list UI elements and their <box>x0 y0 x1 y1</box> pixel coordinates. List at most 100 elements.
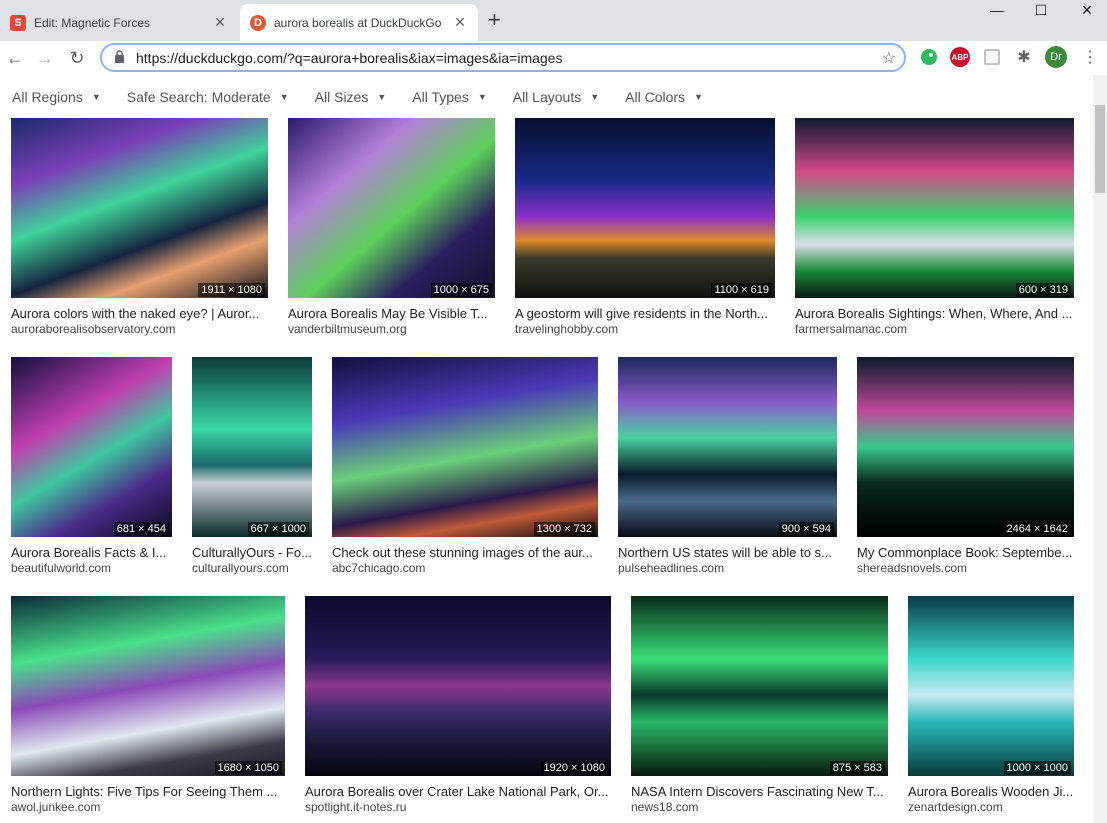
image-result[interactable]: 875 × 583 NASA Intern Discovers Fascinat… <box>631 596 888 818</box>
result-source[interactable]: culturallyours.com <box>192 561 312 575</box>
result-caption[interactable]: Aurora Borealis May Be Visible T... <box>288 306 495 321</box>
result-thumbnail[interactable] <box>857 357 1074 537</box>
result-source[interactable]: beautifulworld.com <box>11 561 172 575</box>
result-caption[interactable]: Aurora colors with the naked eye? | Auro… <box>11 306 268 321</box>
puzzle-extensions-icon[interactable]: ✱ <box>1014 47 1034 67</box>
result-thumbnail[interactable] <box>11 596 285 776</box>
caret-down-icon: ▼ <box>279 92 289 102</box>
result-source[interactable]: farmersalmanac.com <box>795 322 1074 336</box>
result-caption[interactable]: Check out these stunning images of the a… <box>332 545 598 560</box>
close-icon[interactable]: ✕ <box>212 14 228 31</box>
image-result[interactable]: 667 × 1000 CulturallyOurs - Fo... cultur… <box>192 357 312 579</box>
result-thumbnail[interactable] <box>11 118 268 298</box>
result-thumbnail[interactable] <box>618 357 837 537</box>
result-source[interactable]: travelinghobby.com <box>515 322 775 336</box>
result-source[interactable]: abc7chicago.com <box>332 561 598 575</box>
result-source[interactable]: vanderbiltmuseum.org <box>288 322 495 336</box>
image-dimensions: 1100 × 619 <box>711 283 772 297</box>
result-caption[interactable]: Northern Lights: Five Tips For Seeing Th… <box>11 784 285 799</box>
minimize-icon[interactable]: — <box>974 2 1020 22</box>
filter-regions[interactable]: All Regions ▼ <box>12 82 101 112</box>
page-scrollbar[interactable] <box>1093 75 1107 823</box>
result-caption[interactable]: A geostorm will give residents in the No… <box>515 306 775 321</box>
image-result[interactable]: 900 × 594 Northern US states will be abl… <box>618 357 837 579</box>
new-tab-plus-icon[interactable]: + <box>488 9 501 31</box>
extension-square-icon[interactable] <box>982 47 1002 67</box>
result-source[interactable]: shereadsnovels.com <box>857 561 1074 575</box>
address-bar[interactable]: https://duckduckgo.com/?q=aurora+boreali… <box>100 43 906 72</box>
tab-duckduckgo[interactable]: D aurora borealis at DuckDuckGo ✕ <box>240 4 478 41</box>
image-dimensions: 1000 × 675 <box>430 283 492 297</box>
scrollbar-thumb[interactable] <box>1095 105 1105 193</box>
result-caption[interactable]: Northern US states will be able to s... <box>618 545 837 560</box>
image-result[interactable]: 1100 × 619 A geostorm will give resident… <box>515 118 775 340</box>
filter-layouts[interactable]: All Layouts ▼ <box>513 82 599 112</box>
image-dimensions: 667 × 1000 <box>247 522 309 536</box>
result-source[interactable]: news18.com <box>631 800 888 814</box>
result-thumbnail[interactable] <box>631 596 888 776</box>
result-thumbnail[interactable] <box>515 118 775 298</box>
result-caption[interactable]: Aurora Borealis over Crater Lake Nationa… <box>305 784 611 799</box>
image-dimensions: 900 × 594 <box>778 522 834 536</box>
result-caption[interactable]: CulturallyOurs - Fo... <box>192 545 312 560</box>
image-result[interactable]: 2464 × 1642 My Commonplace Book: Septemb… <box>857 357 1074 579</box>
result-caption[interactable]: Aurora Borealis Facts & I... <box>11 545 172 560</box>
profile-avatar[interactable]: Dr <box>1045 46 1067 68</box>
result-thumbnail[interactable] <box>288 118 495 298</box>
tab-favicon-icon: S <box>10 14 26 31</box>
filter-types[interactable]: All Types ▼ <box>412 82 486 112</box>
window-close-icon[interactable]: ✕ <box>1064 2 1107 22</box>
filter-colors[interactable]: All Colors ▼ <box>625 82 703 112</box>
result-caption[interactable]: My Commonplace Book: Septembe... <box>857 545 1074 560</box>
more-menu-icon[interactable]: ⋮ <box>1080 47 1100 67</box>
close-icon[interactable]: ✕ <box>452 14 468 31</box>
image-result[interactable]: 600 × 319 Aurora Borealis Sightings: Whe… <box>795 118 1074 340</box>
result-thumbnail[interactable] <box>332 357 598 537</box>
result-caption[interactable]: Aurora Borealis Sightings: When, Where, … <box>795 306 1074 321</box>
image-result[interactable]: 681 × 454 Aurora Borealis Facts & I... b… <box>11 357 172 579</box>
adblock-extension-icon[interactable]: ABP <box>950 47 970 67</box>
image-result[interactable]: 1920 × 1080 Aurora Borealis over Crater … <box>305 596 611 818</box>
lock-icon <box>114 49 128 66</box>
result-source[interactable]: spotlight.it-notes.ru <box>305 800 611 814</box>
image-dimensions: 600 × 319 <box>1015 283 1071 297</box>
image-dimensions: 1911 × 1080 <box>198 283 265 297</box>
result-source[interactable]: auroraborealisobservatory.com <box>11 322 268 336</box>
image-result[interactable]: 1300 × 732 Check out these stunning imag… <box>332 357 598 579</box>
result-caption[interactable]: NASA Intern Discovers Fascinating New T.… <box>631 784 888 799</box>
reload-icon[interactable]: ↻ <box>64 45 90 71</box>
maximize-icon[interactable]: ☐ <box>1018 2 1064 22</box>
tab-strip: S Edit: Magnetic Forces ✕ D aurora borea… <box>0 0 1107 41</box>
tab-edit-magnetic-forces[interactable]: S Edit: Magnetic Forces ✕ <box>0 4 238 41</box>
search-filters: All Regions ▼ Safe Search: Moderate ▼ All … <box>0 82 1090 112</box>
back-arrow-icon[interactable]: ← <box>2 45 28 71</box>
image-dimensions: 1300 × 732 <box>533 522 595 536</box>
result-source[interactable]: awol.junkee.com <box>11 800 285 814</box>
caret-down-icon: ▼ <box>91 92 101 102</box>
result-source[interactable]: pulseheadlines.com <box>618 561 837 575</box>
bookmark-star-icon[interactable]: ☆ <box>882 48 896 68</box>
result-thumbnail[interactable] <box>908 596 1074 776</box>
image-result[interactable]: 1000 × 1000 Aurora Borealis Wooden Ji...… <box>908 596 1074 818</box>
filter-sizes[interactable]: All Sizes ▼ <box>315 82 387 112</box>
duckduckgo-favicon-icon: D <box>250 14 266 31</box>
image-result[interactable]: 1680 × 1050 Northern Lights: Five Tips F… <box>11 596 285 818</box>
evernote-extension-icon[interactable] <box>919 47 939 67</box>
image-dimensions: 1000 × 1000 <box>1003 761 1071 775</box>
filter-safe-search[interactable]: Safe Search: Moderate ▼ <box>127 82 289 112</box>
caret-down-icon: ▼ <box>477 92 487 102</box>
image-dimensions: 681 × 454 <box>113 522 169 536</box>
result-thumbnail[interactable] <box>11 357 172 537</box>
result-thumbnail[interactable] <box>192 357 312 537</box>
result-thumbnail[interactable] <box>305 596 611 776</box>
result-source[interactable]: zenartdesign.com <box>908 800 1074 814</box>
browser-toolbar: ← → ↻ https://duckduckgo.com/?q=aurora+b… <box>0 41 1107 75</box>
image-dimensions: 2464 × 1642 <box>1003 522 1071 536</box>
result-caption[interactable]: Aurora Borealis Wooden Ji... <box>908 784 1074 799</box>
image-result[interactable]: 1911 × 1080 Aurora colors with the naked… <box>11 118 268 340</box>
result-thumbnail[interactable] <box>795 118 1074 298</box>
caret-down-icon: ▼ <box>694 92 703 102</box>
url-text[interactable]: https://duckduckgo.com/?q=aurora+boreali… <box>136 50 562 66</box>
forward-arrow-icon[interactable]: → <box>32 45 58 71</box>
image-result[interactable]: 1000 × 675 Aurora Borealis May Be Visibl… <box>288 118 495 340</box>
